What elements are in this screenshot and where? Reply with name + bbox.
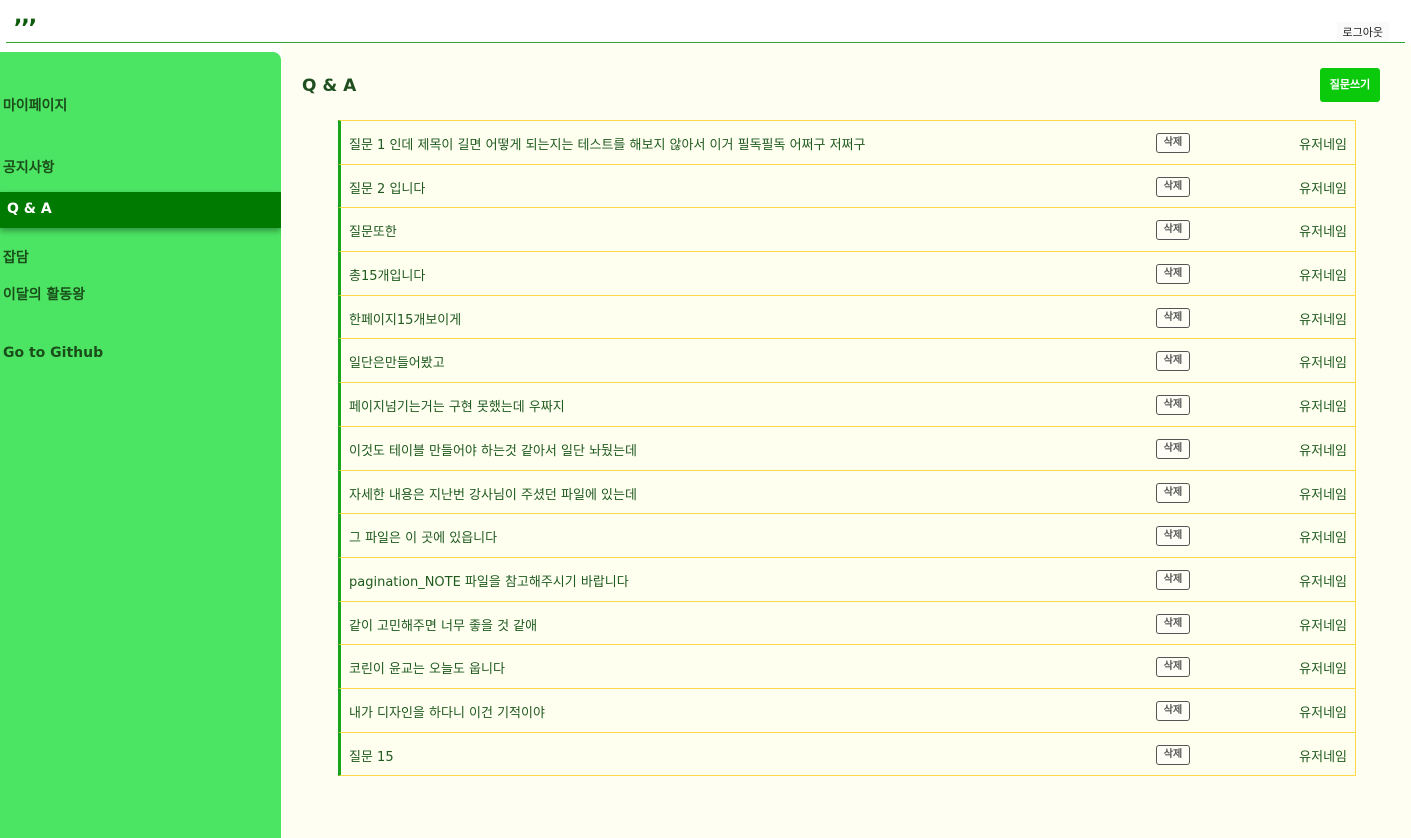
post-author: 유저네임 [1299,662,1347,678]
list-item[interactable]: 이것도 테이블 만들어야 하는것 같아서 일단 놔뒀는데 삭제 유저네임 [338,425,1356,471]
delete-button[interactable]: 삭제 [1156,526,1190,547]
post-title[interactable]: 총15개입니다 [349,265,425,284]
post-title[interactable]: 일단은만들어봤고 [349,352,445,371]
main-content: Q & A 질문쓰기 질문 1 인데 제목이 길면 어떻게 되는지는 테스트를 … [281,44,1411,838]
top-bar: ,,, 로그아웃 [0,0,1411,44]
post-title[interactable]: 질문또한 [349,221,397,240]
post-title[interactable]: 코린이 윤교는 오늘도 웁니다 [349,658,505,677]
list-item[interactable]: 코린이 윤교는 오늘도 웁니다 삭제 유저네임 [338,644,1356,689]
post-title[interactable]: pagination_NOTE 파일을 참고해주시기 바랍니다 [349,571,629,590]
write-question-button[interactable]: 질문쓰기 [1320,68,1380,102]
post-author: 유저네임 [1299,181,1347,197]
sidebar-item-chat[interactable]: 잡담 [3,247,29,267]
delete-button[interactable]: 삭제 [1156,395,1190,416]
sidebar: 마이페이지 공지사항 Q & A 잡담 이달의 활동왕 Go to Github [0,52,281,838]
delete-button[interactable]: 삭제 [1156,220,1190,241]
post-title[interactable]: 같이 고민해주면 너무 좋을 것 같애 [349,615,537,634]
delete-button[interactable]: 삭제 [1156,700,1190,721]
list-item[interactable]: 한페이지15개보이게 삭제 유저네임 [338,294,1356,340]
post-author: 유저네임 [1299,356,1347,372]
list-item[interactable]: 총15개입니다 삭제 유저네임 [338,251,1356,296]
list-item[interactable]: pagination_NOTE 파일을 참고해주시기 바랍니다 삭제 유저네임 [338,556,1356,602]
delete-button[interactable]: 삭제 [1156,482,1190,503]
post-author: 유저네임 [1299,400,1347,416]
sidebar-item-qna[interactable]: Q & A [0,192,281,228]
delete-button[interactable]: 삭제 [1156,438,1190,459]
list-item[interactable]: 질문 15 삭제 유저네임 [338,731,1356,777]
sidebar-item-mypage[interactable]: 마이페이지 [3,95,67,115]
post-author: 유저네임 [1299,269,1347,285]
post-author: 유저네임 [1299,749,1347,765]
sidebar-item-github[interactable]: Go to Github [3,345,103,361]
post-author: 유저네임 [1299,574,1347,590]
list-item[interactable]: 질문또한 삭제 유저네임 [338,207,1356,253]
delete-button[interactable]: 삭제 [1156,133,1190,153]
post-author: 유저네임 [1299,443,1347,459]
post-title[interactable]: 자세한 내용은 지난번 강사님이 주셨던 파일에 있는데 [349,484,637,503]
header-divider [6,42,1405,43]
post-author: 유저네임 [1299,312,1347,328]
post-title[interactable]: 그 파일은 이 곳에 있읍니다 [349,527,497,546]
delete-button[interactable]: 삭제 [1156,657,1190,678]
list-item[interactable]: 질문 2 입니다 삭제 유저네임 [338,163,1356,209]
logo[interactable]: ,,, [14,6,37,28]
delete-button[interactable]: 삭제 [1156,744,1190,765]
post-title[interactable]: 질문 1 인데 제목이 길면 어떻게 되는지는 테스트를 해보지 않아서 이거 … [349,134,865,153]
delete-button[interactable]: 삭제 [1156,264,1190,285]
sidebar-item-monthly-top[interactable]: 이달의 활동왕 [3,284,85,304]
post-author: 유저네임 [1299,225,1347,241]
list-item[interactable]: 내가 디자인을 하다니 이건 기적이야 삭제 유저네임 [338,687,1356,733]
post-title[interactable]: 이것도 테이블 만들어야 하는것 같아서 일단 놔뒀는데 [349,440,637,459]
post-title[interactable]: 페이지넘기는거는 구현 못했는데 우짜지 [349,396,565,415]
delete-button[interactable]: 삭제 [1156,569,1190,590]
post-title[interactable]: 질문 2 입니다 [349,178,425,197]
list-item[interactable]: 그 파일은 이 곳에 있읍니다 삭제 유저네임 [338,513,1356,558]
post-title[interactable]: 질문 15 [349,746,394,765]
post-title[interactable]: 한페이지15개보이게 [349,309,461,328]
post-author: 유저네임 [1299,487,1347,503]
page-title: Q & A [302,76,357,96]
list-item[interactable]: 같이 고민해주면 너무 좋을 것 같애 삭제 유저네임 [338,600,1356,646]
post-author: 유저네임 [1299,138,1347,153]
sidebar-item-label: Q & A [7,201,52,217]
post-author: 유저네임 [1299,531,1347,547]
list-item[interactable]: 페이지넘기는거는 구현 못했는데 우짜지 삭제 유저네임 [338,382,1356,427]
delete-button[interactable]: 삭제 [1156,351,1190,372]
delete-button[interactable]: 삭제 [1156,176,1190,197]
sidebar-item-notice[interactable]: 공지사항 [3,157,55,177]
list-item[interactable]: 일단은만들어봤고 삭제 유저네임 [338,338,1356,384]
logout-button[interactable]: 로그아웃 [1336,22,1389,42]
delete-button[interactable]: 삭제 [1156,613,1190,634]
post-author: 유저네임 [1299,618,1347,634]
post-author: 유저네임 [1299,705,1347,721]
post-list: 질문 1 인데 제목이 길면 어떻게 되는지는 테스트를 해보지 않아서 이거 … [338,120,1356,777]
delete-button[interactable]: 삭제 [1156,307,1190,328]
list-item[interactable]: 자세한 내용은 지난번 강사님이 주셨던 파일에 있는데 삭제 유저네임 [338,469,1356,515]
list-item[interactable]: 질문 1 인데 제목이 길면 어떻게 되는지는 테스트를 해보지 않아서 이거 … [338,120,1356,165]
post-title[interactable]: 내가 디자인을 하다니 이건 기적이야 [349,702,545,721]
